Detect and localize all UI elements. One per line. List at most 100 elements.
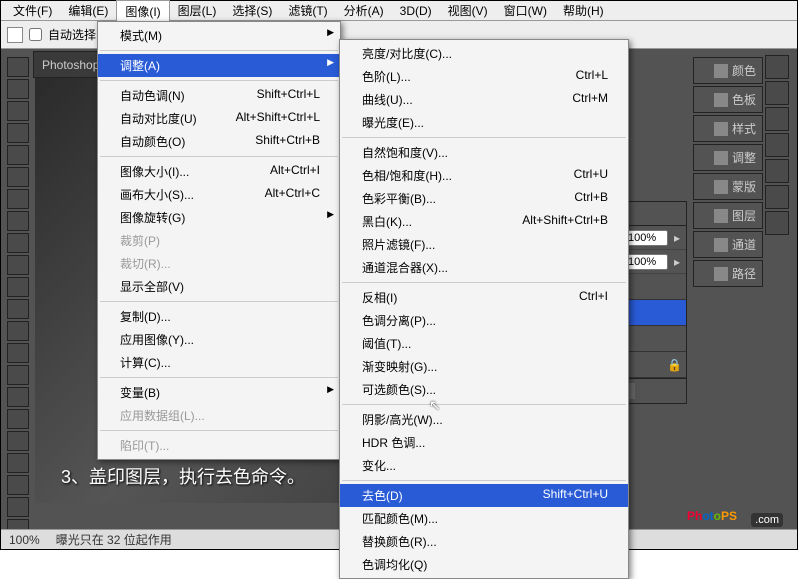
menu-2[interactable]: 图像(I) [116, 0, 169, 22]
menu-item[interactable]: 阴影/高光(W)... [340, 408, 628, 431]
panel-调整[interactable]: 调整 [693, 144, 763, 171]
tool-10[interactable] [7, 277, 29, 297]
logo-part: Ph [687, 509, 702, 523]
tool-12[interactable] [7, 321, 29, 341]
dock-icon-0[interactable] [765, 55, 789, 79]
menu-item[interactable]: 色调均化(Q) [340, 553, 628, 576]
menu-item[interactable]: 计算(C)... [98, 351, 340, 374]
menu-item[interactable]: 色调分离(P)... [340, 309, 628, 332]
menu-item[interactable]: 自动色调(N)Shift+Ctrl+L [98, 84, 340, 107]
tool-6[interactable] [7, 189, 29, 209]
chevron-down-icon[interactable]: ▸ [674, 231, 680, 245]
chevron-down-icon[interactable]: ▸ [674, 255, 680, 269]
tool-19[interactable] [7, 475, 29, 495]
tool-15[interactable] [7, 387, 29, 407]
panel-label: 图层 [732, 207, 756, 224]
move-tool-icon[interactable] [7, 27, 23, 43]
menu-item[interactable]: 匹配颜色(M)... [340, 507, 628, 530]
menu-6[interactable]: 分析(A) [336, 0, 392, 21]
logo-com: .com [751, 513, 783, 527]
menu-item[interactable]: 色彩平衡(B)...Ctrl+B [340, 187, 628, 210]
fill-input[interactable] [626, 254, 668, 270]
dock-icon-4[interactable] [765, 159, 789, 183]
menu-item[interactable]: 自动颜色(O)Shift+Ctrl+B [98, 130, 340, 153]
menu-4[interactable]: 选择(S) [224, 0, 280, 21]
tool-7[interactable] [7, 211, 29, 231]
menu-item[interactable]: 照片滤镜(F)... [340, 233, 628, 256]
menu-item[interactable]: HDR 色调... [340, 431, 628, 454]
menu-item-label: 计算(C)... [120, 354, 171, 371]
tool-5[interactable] [7, 167, 29, 187]
menu-item[interactable]: 色相/饱和度(H)...Ctrl+U [340, 164, 628, 187]
menu-item[interactable]: 反相(I)Ctrl+I [340, 286, 628, 309]
autoselect-checkbox[interactable] [29, 28, 42, 41]
menu-item-label: 图像旋转(G) [120, 209, 185, 226]
menu-item[interactable]: 图像旋转(G) [98, 206, 340, 229]
menu-item[interactable]: 调整(A) [98, 54, 340, 77]
menu-shortcut: Shift+Ctrl+U [543, 487, 608, 504]
zoom-level[interactable]: 100% [9, 533, 40, 547]
tool-16[interactable] [7, 409, 29, 429]
menu-item[interactable]: 画布大小(S)...Alt+Ctrl+C [98, 183, 340, 206]
panel-样式[interactable]: 样式 [693, 115, 763, 142]
panel-icon [714, 209, 728, 223]
menu-10[interactable]: 帮助(H) [555, 0, 612, 21]
menu-item[interactable]: 变量(B) [98, 381, 340, 404]
tool-11[interactable] [7, 299, 29, 319]
menu-5[interactable]: 滤镜(T) [280, 0, 335, 21]
menu-item-label: 裁剪(P) [120, 232, 160, 249]
tool-4[interactable] [7, 145, 29, 165]
panel-通道[interactable]: 通道 [693, 231, 763, 258]
panel-label: 色板 [732, 91, 756, 108]
tool-9[interactable] [7, 255, 29, 275]
menu-item[interactable]: 曲线(U)...Ctrl+M [340, 88, 628, 111]
menu-item[interactable]: 替换颜色(R)... [340, 530, 628, 553]
dock-icon-5[interactable] [765, 185, 789, 209]
menu-9[interactable]: 窗口(W) [496, 0, 555, 21]
dock-icon-6[interactable] [765, 211, 789, 235]
menu-3[interactable]: 图层(L) [170, 0, 225, 21]
panel-颜色[interactable]: 颜色 [693, 57, 763, 84]
tool-8[interactable] [7, 233, 29, 253]
menu-item[interactable]: 模式(M) [98, 24, 340, 47]
menu-item[interactable]: 应用图像(Y)... [98, 328, 340, 351]
tool-13[interactable] [7, 343, 29, 363]
menu-item[interactable]: 渐变映射(G)... [340, 355, 628, 378]
menu-item[interactable]: 自动对比度(U)Alt+Shift+Ctrl+L [98, 107, 340, 130]
panel-蒙版[interactable]: 蒙版 [693, 173, 763, 200]
menu-item[interactable]: 阈值(T)... [340, 332, 628, 355]
menu-item[interactable]: 黑白(K)...Alt+Shift+Ctrl+B [340, 210, 628, 233]
panel-图层[interactable]: 图层 [693, 202, 763, 229]
dock-icon-1[interactable] [765, 81, 789, 105]
tool-14[interactable] [7, 365, 29, 385]
menu-item[interactable]: 通道混合器(X)... [340, 256, 628, 279]
tool-20[interactable] [7, 497, 29, 517]
menu-item[interactable]: 去色(D)Shift+Ctrl+U [340, 484, 628, 507]
tool-2[interactable] [7, 101, 29, 121]
opacity-input[interactable] [626, 230, 668, 246]
menu-item[interactable]: 自然饱和度(V)... [340, 141, 628, 164]
tool-3[interactable] [7, 123, 29, 143]
menu-shortcut: Ctrl+I [579, 289, 608, 306]
menu-item[interactable]: 亮度/对比度(C)... [340, 42, 628, 65]
menu-1[interactable]: 编辑(E) [60, 0, 116, 21]
tool-0[interactable] [7, 57, 29, 77]
menu-item[interactable]: 显示全部(V) [98, 275, 340, 298]
dock-icon-3[interactable] [765, 133, 789, 157]
tool-1[interactable] [7, 79, 29, 99]
menu-item-label: 图像大小(I)... [120, 163, 189, 180]
menu-item[interactable]: 图像大小(I)...Alt+Ctrl+I [98, 160, 340, 183]
menu-item[interactable]: 曝光度(E)... [340, 111, 628, 134]
menu-8[interactable]: 视图(V) [440, 0, 496, 21]
menu-item[interactable]: 色阶(L)...Ctrl+L [340, 65, 628, 88]
dock-icon-2[interactable] [765, 107, 789, 131]
menu-item[interactable]: 变化... [340, 454, 628, 477]
menu-7[interactable]: 3D(D) [392, 2, 440, 20]
tool-18[interactable] [7, 453, 29, 473]
panel-路径[interactable]: 路径 [693, 260, 763, 287]
menu-0[interactable]: 文件(F) [5, 0, 60, 21]
menu-item[interactable]: 可选颜色(S)... [340, 378, 628, 401]
tool-17[interactable] [7, 431, 29, 451]
panel-色板[interactable]: 色板 [693, 86, 763, 113]
menu-item[interactable]: 复制(D)... [98, 305, 340, 328]
